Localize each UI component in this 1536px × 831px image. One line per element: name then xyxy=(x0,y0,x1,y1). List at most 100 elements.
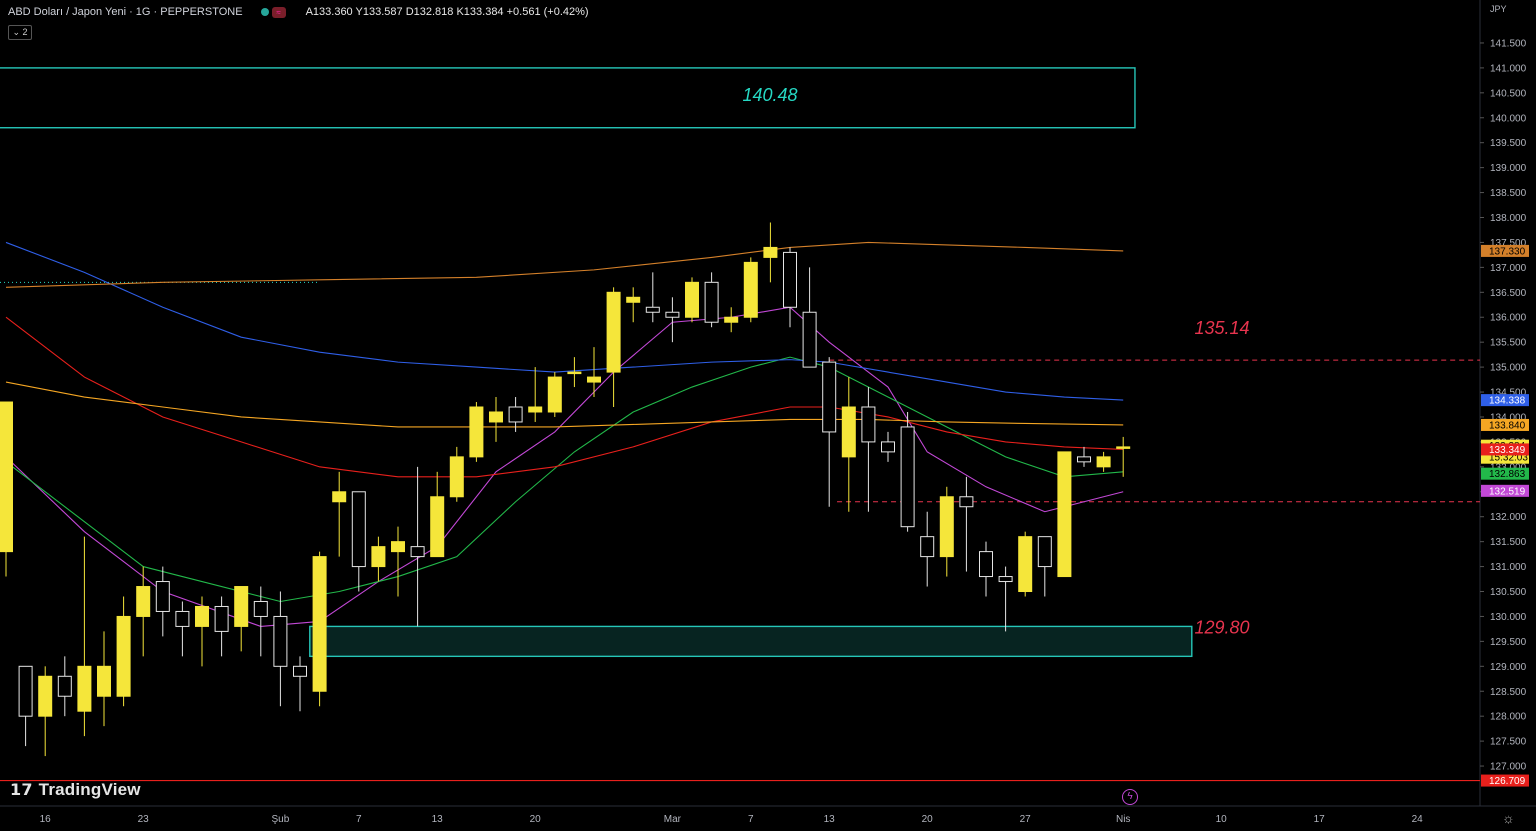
y-tick-label: 131.500 xyxy=(1490,537,1527,548)
y-tick-label: 135.000 xyxy=(1490,363,1527,374)
moving-average-line[interactable] xyxy=(5,316,1124,478)
candle-body[interactable] xyxy=(645,306,660,313)
candle-body[interactable] xyxy=(626,296,641,303)
candle-body[interactable] xyxy=(1018,536,1033,593)
y-tick-label: 130.500 xyxy=(1490,587,1527,598)
candle-body[interactable] xyxy=(861,406,876,443)
candle-body[interactable] xyxy=(1077,456,1091,463)
candle-body[interactable] xyxy=(371,546,386,568)
candle-body[interactable] xyxy=(351,491,366,568)
candle-body[interactable] xyxy=(195,605,209,627)
candle-body[interactable] xyxy=(57,675,72,697)
candle-body[interactable] xyxy=(234,586,249,627)
lightning-icon[interactable]: ϟ xyxy=(1122,789,1138,805)
x-tick-label: 27 xyxy=(1020,814,1032,825)
candle-body[interactable] xyxy=(175,610,190,627)
y-tick-label: 138.000 xyxy=(1490,213,1527,224)
candle-body[interactable] xyxy=(391,541,405,553)
y-tick-label: 136.000 xyxy=(1490,313,1527,324)
candle-body[interactable] xyxy=(743,261,758,318)
candle-body[interactable] xyxy=(998,576,1013,583)
candle-body[interactable] xyxy=(136,586,151,617)
x-tick-label: 24 xyxy=(1412,814,1424,825)
candle-body[interactable] xyxy=(881,441,895,453)
candle-body[interactable] xyxy=(528,406,543,413)
candle-body[interactable] xyxy=(469,406,484,458)
y-tick-label: 129.500 xyxy=(1490,637,1527,648)
candle-body[interactable] xyxy=(606,291,621,373)
candle-body[interactable] xyxy=(783,251,797,308)
candle-body[interactable] xyxy=(253,600,268,617)
price-annotation-label[interactable]: 140.48 xyxy=(742,85,797,105)
candle-body[interactable] xyxy=(410,546,425,558)
price-badge-value: 133.349 xyxy=(1489,445,1526,456)
axis-currency-label: JPY xyxy=(1490,4,1507,14)
candle-body[interactable] xyxy=(547,376,562,413)
zone-box[interactable] xyxy=(309,625,1193,658)
moving-average-line[interactable] xyxy=(5,241,1124,401)
candle-body[interactable] xyxy=(214,605,229,632)
candle-body[interactable] xyxy=(587,376,601,383)
candle-body[interactable] xyxy=(802,311,817,368)
x-tick-label: 13 xyxy=(432,814,444,825)
candle-body[interactable] xyxy=(0,401,13,553)
y-tick-label: 131.000 xyxy=(1490,562,1527,573)
y-tick-label: 127.500 xyxy=(1490,737,1527,748)
candle-body[interactable] xyxy=(430,496,445,558)
y-tick-label: 140.000 xyxy=(1490,113,1527,124)
y-tick-label: 128.000 xyxy=(1490,712,1527,723)
candle-body[interactable] xyxy=(293,665,307,677)
candle-body[interactable] xyxy=(979,551,993,578)
symbol-title[interactable]: ABD Doları / Japon Yeni · 1G · PEPPERSTO… xyxy=(8,6,243,18)
data-delay-badge-icon[interactable]: ≈ xyxy=(271,6,286,18)
candle-body[interactable] xyxy=(763,246,778,258)
candle-body[interactable] xyxy=(312,556,327,692)
x-tick-label: 20 xyxy=(922,814,934,825)
moving-average-line[interactable] xyxy=(5,356,1124,603)
candle-body[interactable] xyxy=(97,665,111,697)
candle-body[interactable] xyxy=(1116,446,1131,449)
candle-body[interactable] xyxy=(920,536,935,558)
candle-body[interactable] xyxy=(900,426,915,528)
zone-box[interactable] xyxy=(0,67,1136,129)
candle-body[interactable] xyxy=(38,675,53,717)
y-tick-label: 140.500 xyxy=(1490,88,1527,99)
price-badge-value: 134.338 xyxy=(1489,396,1526,407)
candle-body[interactable] xyxy=(841,406,856,458)
candle-body[interactable] xyxy=(822,361,837,433)
candle-body[interactable] xyxy=(704,281,719,323)
candle-body[interactable] xyxy=(116,615,131,697)
x-tick-label: 23 xyxy=(138,814,150,825)
candle-body[interactable] xyxy=(1096,456,1111,468)
candle-body[interactable] xyxy=(489,411,503,423)
candle-body[interactable] xyxy=(685,281,699,318)
moving-average-line[interactable] xyxy=(5,241,1124,288)
chart-header: ABD Doları / Japon Yeni · 1G · PEPPERSTO… xyxy=(8,6,589,18)
candle-body[interactable] xyxy=(1037,536,1052,568)
candle-body[interactable] xyxy=(959,496,974,508)
logo-text: TradingView xyxy=(38,780,141,799)
x-tick-label: 10 xyxy=(1216,814,1228,825)
candle-body[interactable] xyxy=(939,496,954,558)
candle-body[interactable] xyxy=(155,581,170,612)
candle-body[interactable] xyxy=(77,665,92,712)
candle-body[interactable] xyxy=(18,665,33,717)
y-tick-label: 128.500 xyxy=(1490,687,1527,698)
tradingview-logo[interactable]: 𝟭𝟳 TradingView xyxy=(10,780,141,800)
candle-body[interactable] xyxy=(332,491,347,503)
x-tick-label: Şub xyxy=(272,814,290,825)
price-chart[interactable]: 140.48 135.14 129.80 JPY 127.000 127.500 128.0… xyxy=(0,0,1536,831)
candle-body[interactable] xyxy=(724,316,739,323)
moving-average-line[interactable] xyxy=(5,306,1124,627)
x-tick-label: 7 xyxy=(748,814,754,825)
gear-icon[interactable]: ☼ xyxy=(1502,810,1515,826)
indicators-toggle-button[interactable]: ⌄ 2 xyxy=(8,25,32,40)
price-annotation-label[interactable]: 129.80 xyxy=(1194,617,1249,637)
candle-body[interactable] xyxy=(567,371,582,375)
price-annotation-label[interactable]: 135.14 xyxy=(1194,318,1249,338)
candle-body[interactable] xyxy=(508,406,523,423)
candle-body[interactable] xyxy=(273,615,288,667)
candle-body[interactable] xyxy=(449,456,464,498)
candle-body[interactable] xyxy=(665,311,680,318)
candle-body[interactable] xyxy=(1057,451,1072,578)
